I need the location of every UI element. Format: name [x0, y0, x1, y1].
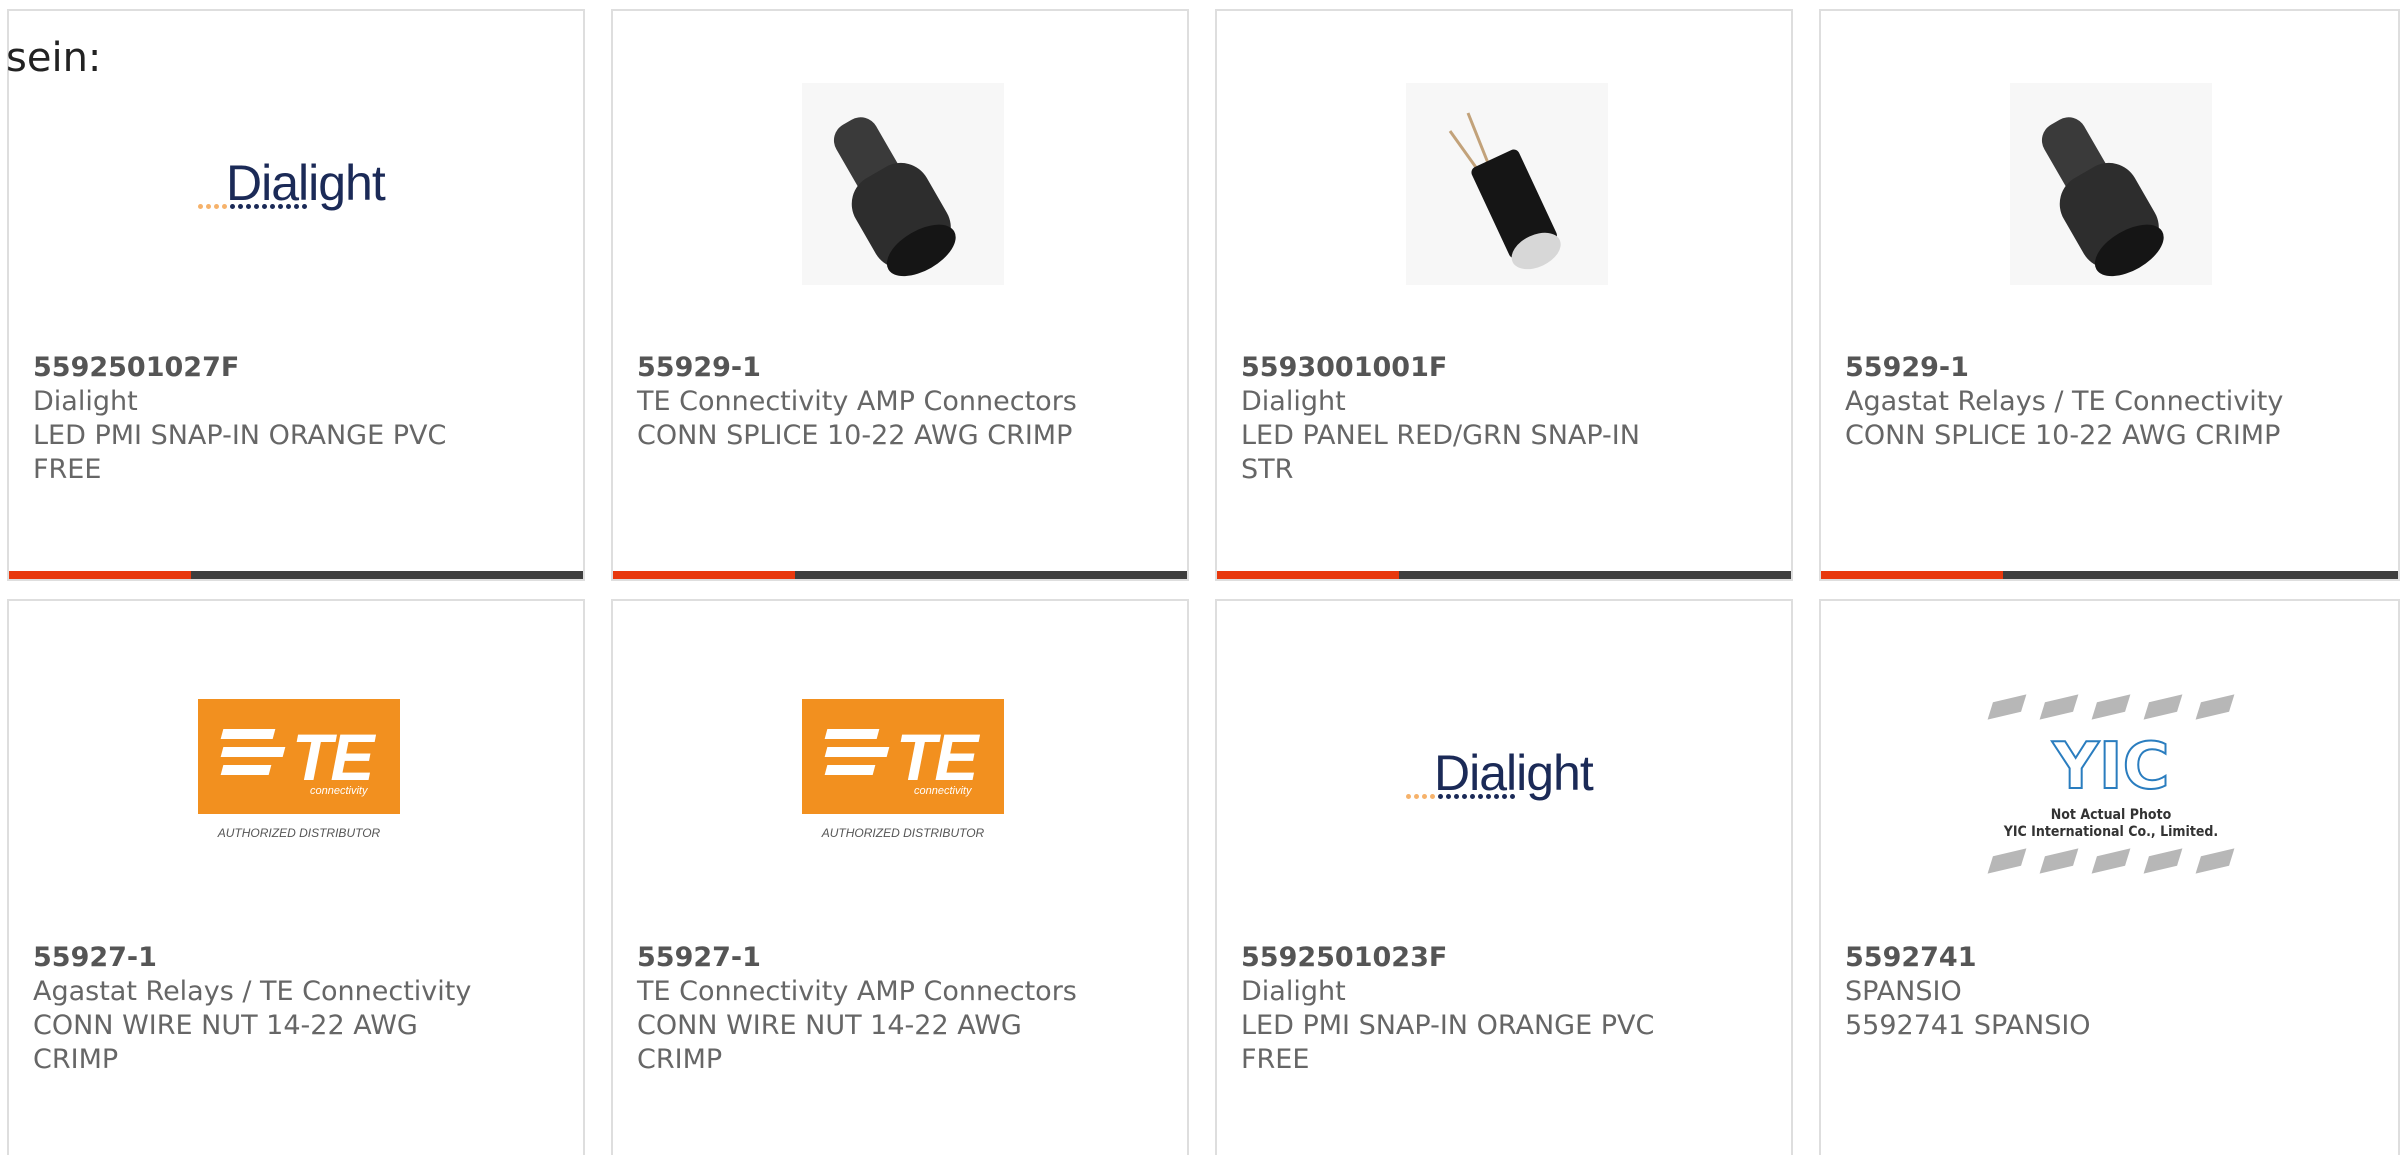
part-number[interactable]: 55927-1	[637, 941, 1077, 975]
manufacturer: SPANSIO	[1845, 976, 1962, 1007]
card-footer-bar	[1217, 571, 1791, 579]
product-image	[2010, 83, 2212, 285]
part-number[interactable]: 5593001001F	[1241, 351, 1681, 385]
product-card[interactable]: YIC Not Actual Photo YIC International C…	[1819, 599, 2400, 1155]
description-cont: CRIMP	[33, 1044, 119, 1075]
product-card[interactable]: TE connectivity AUTHORIZED DISTRIBUTOR 5…	[7, 599, 585, 1155]
dialight-logo: Dialight	[1406, 744, 1608, 804]
splice-cap-photo	[2010, 83, 2212, 285]
description: CONN SPLICE 10-22 AWG CRIMP	[1845, 420, 2281, 451]
manufacturer: Dialight	[1241, 386, 1346, 417]
description: LED PMI SNAP-IN ORANGE PVC	[33, 420, 447, 451]
manufacturer: Dialight	[1241, 976, 1346, 1007]
card-footer-bar	[613, 571, 1187, 579]
product-info: 55929-1 Agastat Relays / TE Connectivity…	[1845, 351, 2285, 453]
product-card[interactable]: 55929-1 TE Connectivity AMP Connectors C…	[611, 9, 1189, 581]
yic-placeholder-image: YIC Not Actual Photo YIC International C…	[1981, 687, 2241, 917]
card-footer-bar	[1821, 571, 2398, 579]
product-image: TE connectivity AUTHORIZED DISTRIBUTOR	[802, 673, 1004, 875]
product-image: YIC Not Actual Photo YIC International C…	[1981, 687, 2241, 917]
product-info: 5592741 SPANSIO 5592741 SPANSIO	[1845, 941, 2285, 1043]
product-image	[802, 83, 1004, 285]
manufacturer: TE Connectivity AMP Connectors	[637, 386, 1077, 417]
te-connectivity-logo: TE connectivity AUTHORIZED DISTRIBUTOR	[198, 699, 400, 849]
product-info: 55927-1 TE Connectivity AMP Connectors C…	[637, 941, 1077, 1077]
product-image	[1406, 83, 1608, 285]
heading-fragment: sein:	[6, 35, 102, 81]
part-number[interactable]: 55927-1	[33, 941, 473, 975]
description: CONN WIRE NUT 14-22 AWG	[33, 1010, 418, 1041]
description: LED PANEL RED/GRN SNAP-IN	[1241, 420, 1640, 451]
product-card[interactable]: 55929-1 Agastat Relays / TE Connectivity…	[1819, 9, 2400, 581]
product-info: 55929-1 TE Connectivity AMP Connectors C…	[637, 351, 1077, 453]
manufacturer: TE Connectivity AMP Connectors	[637, 976, 1077, 1007]
manufacturer: Agastat Relays / TE Connectivity	[33, 976, 472, 1007]
led-indicator-photo	[1406, 83, 1608, 285]
product-image: Dialight	[198, 83, 400, 285]
product-grid-page: sein: Dialight 5592501027F Dialight LED …	[0, 0, 2400, 1155]
part-number[interactable]: 55929-1	[1845, 351, 2285, 385]
manufacturer: Agastat Relays / TE Connectivity	[1845, 386, 2284, 417]
te-connectivity-logo: TE connectivity AUTHORIZED DISTRIBUTOR	[802, 699, 1004, 849]
product-image: TE connectivity AUTHORIZED DISTRIBUTOR	[198, 673, 400, 875]
product-image: Dialight	[1406, 673, 1608, 875]
dialight-logo: Dialight	[198, 154, 400, 214]
description-cont: STR	[1241, 454, 1294, 485]
description-cont: CRIMP	[637, 1044, 723, 1075]
part-number[interactable]: 5592501023F	[1241, 941, 1681, 975]
product-info: 55927-1 Agastat Relays / TE Connectivity…	[33, 941, 473, 1077]
description-cont: FREE	[33, 454, 102, 485]
splice-cap-photo	[802, 83, 1004, 285]
product-card[interactable]: 5593001001F Dialight LED PANEL RED/GRN S…	[1215, 9, 1793, 581]
product-card[interactable]: Dialight 5592501023F Dialight LED PMI SN…	[1215, 599, 1793, 1155]
manufacturer: Dialight	[33, 386, 138, 417]
description: CONN WIRE NUT 14-22 AWG	[637, 1010, 1022, 1041]
product-card[interactable]: Dialight 5592501027F Dialight LED PMI SN…	[7, 9, 585, 581]
description: 5592741 SPANSIO	[1845, 1010, 2091, 1041]
part-number[interactable]: 55929-1	[637, 351, 1077, 385]
product-info: 5592501023F Dialight LED PMI SNAP-IN ORA…	[1241, 941, 1681, 1077]
product-card[interactable]: TE connectivity AUTHORIZED DISTRIBUTOR 5…	[611, 599, 1189, 1155]
part-number[interactable]: 5592501027F	[33, 351, 473, 385]
card-footer-bar	[9, 571, 583, 579]
description: CONN SPLICE 10-22 AWG CRIMP	[637, 420, 1073, 451]
part-number[interactable]: 5592741	[1845, 941, 2285, 975]
product-info: 5593001001F Dialight LED PANEL RED/GRN S…	[1241, 351, 1681, 487]
description: LED PMI SNAP-IN ORANGE PVC	[1241, 1010, 1655, 1041]
description-cont: FREE	[1241, 1044, 1310, 1075]
product-info: 5592501027F Dialight LED PMI SNAP-IN ORA…	[33, 351, 473, 487]
